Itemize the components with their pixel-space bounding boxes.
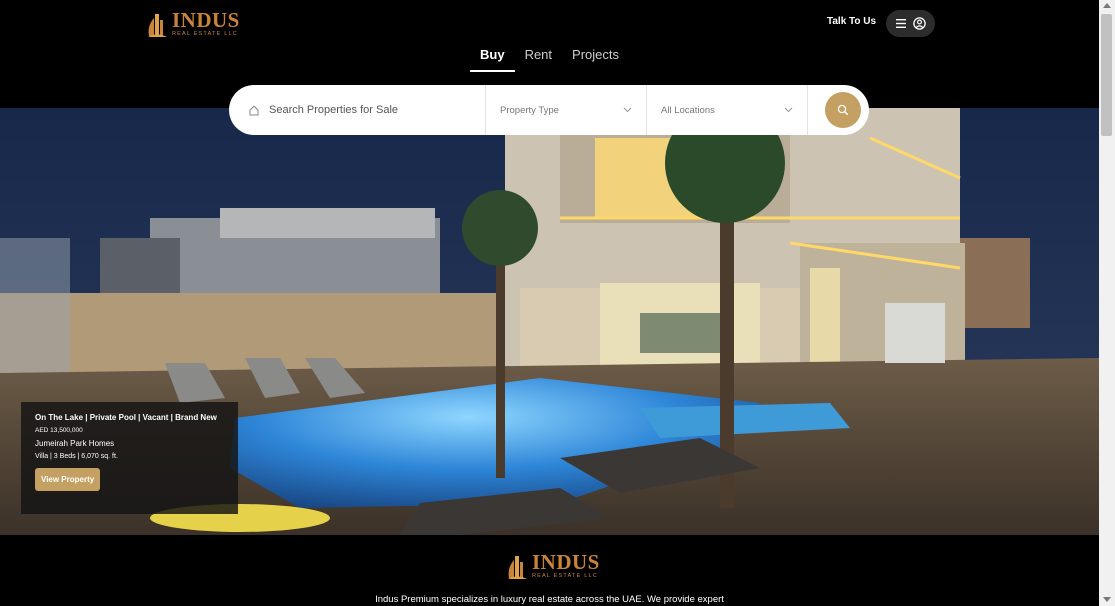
- scroll-down-arrow-icon[interactable]: [1103, 597, 1111, 602]
- property-location: Jumeirah Park Homes: [35, 439, 115, 448]
- search-placeholder: Search Properties for Sale: [269, 104, 399, 116]
- property-type-value: Property Type: [500, 104, 559, 116]
- talk-to-us-link[interactable]: Talk To Us: [827, 16, 876, 27]
- view-property-button[interactable]: View Property: [35, 468, 101, 491]
- property-specs: Villa | 3 Beds | 6,070 sq. ft.: [35, 453, 118, 460]
- logo-subtitle: REAL ESTATE LLC: [172, 31, 238, 38]
- home-icon: [249, 105, 259, 115]
- building-logo-icon: [508, 556, 527, 579]
- location-value: All Locations: [661, 104, 715, 116]
- tab-projects[interactable]: Projects: [562, 47, 629, 72]
- page-scrollbar[interactable]: [1099, 0, 1115, 606]
- featured-property-card: On The Lake | Private Pool | Vacant | Br…: [21, 402, 238, 514]
- tab-rent[interactable]: Rent: [515, 47, 562, 72]
- brand-logo[interactable]: INDUS REAL ESTATE LLC: [146, 10, 240, 38]
- tab-buy[interactable]: Buy: [470, 47, 515, 72]
- property-type-select[interactable]: Property Type: [486, 85, 647, 135]
- search-button[interactable]: [825, 92, 861, 128]
- property-title: On The Lake | Private Pool | Vacant | Br…: [35, 413, 217, 422]
- about-tagline: Indus Premium specializes in luxury real…: [375, 594, 724, 605]
- logo-name: INDUS: [172, 8, 240, 33]
- scroll-up-arrow-icon[interactable]: [1103, 3, 1111, 8]
- chevron-down-icon: [623, 107, 632, 113]
- footer-logo-subtitle: REAL ESTATE LLC: [532, 573, 598, 580]
- search-input[interactable]: Search Properties for Sale: [229, 85, 486, 135]
- menu-account-button[interactable]: [886, 10, 935, 37]
- footer-logo: INDUS REAL ESTATE LLC: [506, 552, 600, 580]
- chevron-down-icon: [784, 107, 793, 113]
- building-logo-icon: [148, 14, 167, 37]
- footer-logo-name: INDUS: [532, 550, 600, 575]
- property-search-bar: Search Properties for Sale Property Type…: [229, 85, 869, 135]
- user-circle-icon: [912, 17, 926, 30]
- search-icon: [837, 104, 849, 116]
- property-price: AED 13,500,000: [35, 427, 83, 434]
- listing-tabs: Buy Rent Projects: [0, 47, 1099, 72]
- scroll-thumb[interactable]: [1101, 14, 1112, 136]
- hamburger-icon: [895, 19, 906, 28]
- location-select[interactable]: All Locations: [647, 85, 808, 135]
